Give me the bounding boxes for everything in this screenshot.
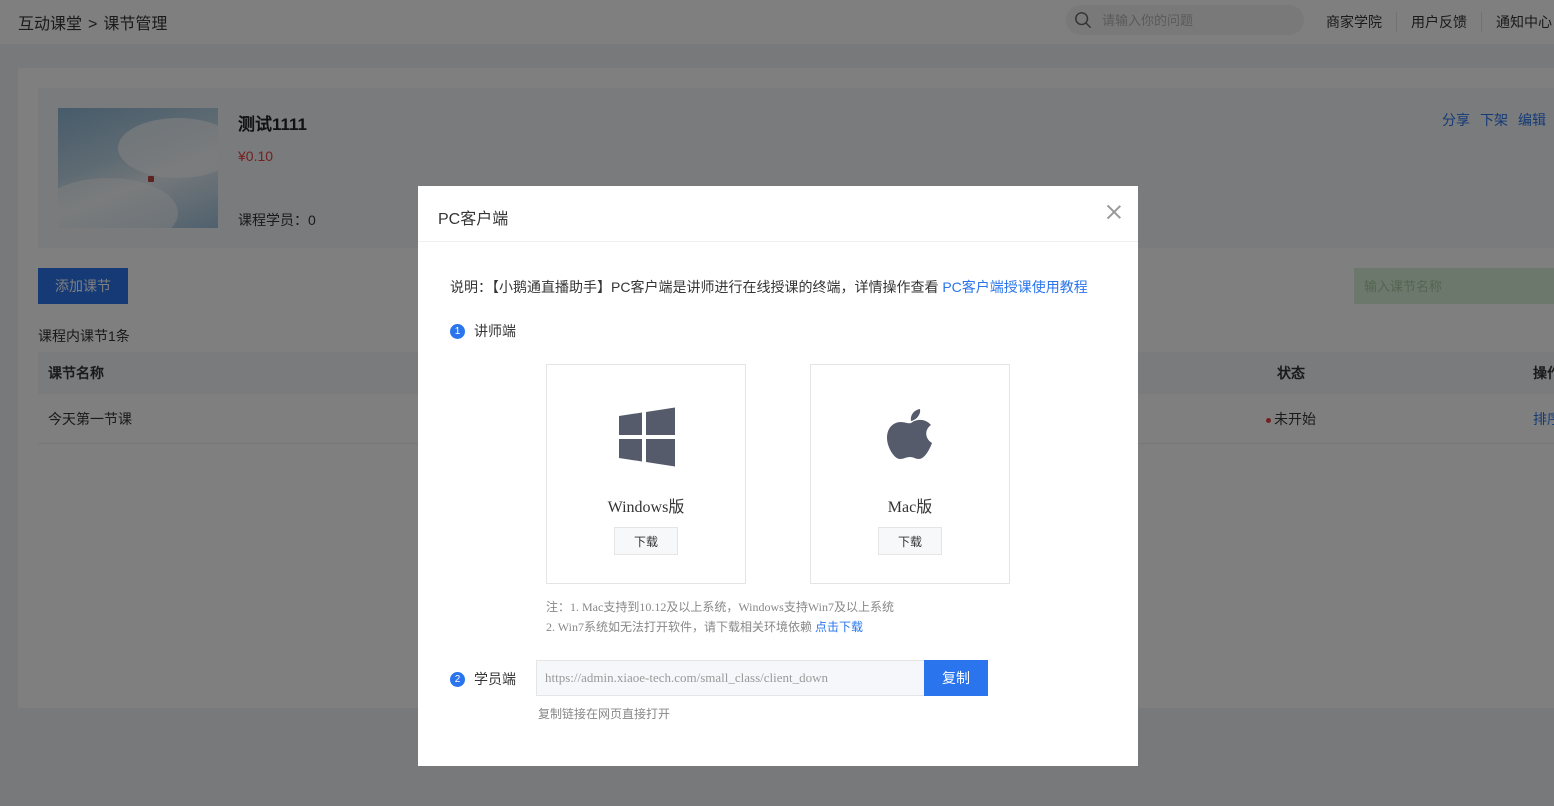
step-number-badge: 1 [450, 323, 465, 339]
compatibility-note: 注：1. Mac支持到10.12及以上系统，Windows支持Win7及以上系统… [546, 597, 894, 637]
mac-label: Mac版 [887, 499, 933, 516]
student-step-label: 学员端 [474, 671, 516, 687]
step-number-badge: 2 [450, 671, 465, 687]
pc-client-modal: PC客户端 说明：【小鹅通直播助手】PC客户端是讲师进行在线授课的终端，详情操作… [418, 186, 1138, 766]
teacher-step: 1 讲师端 [450, 321, 516, 341]
apple-icon [887, 409, 932, 459]
description-text: 说明：【小鹅通直播助手】PC客户端是讲师进行在线授课的终端，详情操作查看 [450, 279, 939, 295]
windows-download-card: Windows版 下载 [546, 364, 746, 584]
windows-download-button[interactable]: 下载 [614, 527, 678, 555]
tutorial-link[interactable]: PC客户端授课使用教程 [942, 279, 1087, 295]
teacher-step-label: 讲师端 [474, 323, 516, 339]
note-line-2: 2. Win7系统如无法打开软件，请下载相关环境依赖 点击下载 [546, 620, 863, 634]
copy-url-button[interactable]: 复制 [924, 660, 988, 696]
windows-label: Windows版 [607, 499, 685, 516]
student-step: 2 学员端 [450, 669, 516, 689]
url-hint: 复制链接在网页直接打开 [538, 707, 671, 721]
mac-download-card: Mac版 下载 [810, 364, 1010, 584]
close-icon[interactable] [1106, 204, 1122, 220]
mac-download-button[interactable]: 下载 [878, 527, 942, 555]
windows-icon [619, 407, 675, 467]
note-line-1: 注：1. Mac支持到10.12及以上系统，Windows支持Win7及以上系统 [546, 600, 895, 614]
dependency-download-link[interactable]: 点击下载 [815, 620, 863, 634]
modal-header: PC客户端 [418, 186, 1138, 242]
modal-description: 说明：【小鹅通直播助手】PC客户端是讲师进行在线授课的终端，详情操作查看 PC客… [450, 277, 1088, 297]
modal-title: PC客户端 [438, 211, 509, 228]
student-url-field[interactable] [536, 660, 924, 696]
